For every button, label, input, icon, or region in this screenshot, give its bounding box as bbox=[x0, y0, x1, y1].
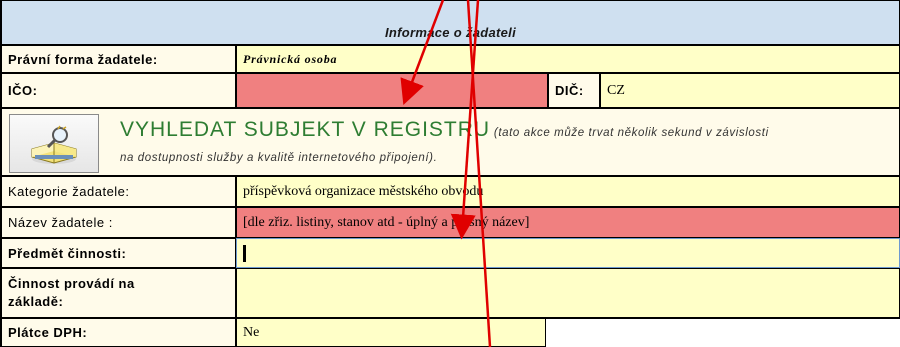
field-pravni-forma[interactable]: Právnická osoba bbox=[236, 45, 900, 73]
field-kategorie[interactable]: příspěvková organizace městského obvodu bbox=[236, 176, 900, 207]
field-dic[interactable]: CZ bbox=[600, 73, 900, 108]
search-registry-note: (tato akce může trvat několik sekund v z… bbox=[490, 127, 769, 139]
label-dic: DIČ: bbox=[548, 73, 600, 108]
label-pravni-forma: Právní forma žadatele: bbox=[0, 45, 236, 73]
search-registry-note-line2: na dostupnosti služby a kvalitě internet… bbox=[120, 152, 438, 164]
search-registry-button[interactable] bbox=[9, 114, 99, 173]
label-cinnost-line2: základě: bbox=[8, 294, 64, 309]
label-kategorie: Kategorie žadatele: bbox=[0, 176, 236, 207]
search-registry-link[interactable]: VYHLEDAT SUBJEKT V REGISTRU bbox=[120, 118, 490, 141]
field-dph[interactable]: Ne bbox=[236, 318, 546, 347]
field-cinnost[interactable] bbox=[236, 268, 900, 318]
empty-cell bbox=[546, 318, 900, 347]
book-with-magnifier-icon bbox=[31, 125, 77, 164]
label-dph: Plátce DPH: bbox=[0, 318, 236, 347]
form-header: Informace o žadateli bbox=[0, 0, 900, 45]
field-nazev[interactable]: [dle zřiz. listiny, stanov atd - úplný a… bbox=[236, 207, 900, 238]
text-caret bbox=[243, 244, 246, 262]
search-registry-row: VYHLEDAT SUBJEKT V REGISTRU (tato akce m… bbox=[0, 108, 900, 176]
search-registry-title[interactable]: VYHLEDAT SUBJEKT V REGISTRU (tato akce m… bbox=[120, 118, 769, 142]
label-cinnost: Činnost provádí na základě: bbox=[0, 268, 236, 318]
form-header-title: Informace o žadateli bbox=[385, 25, 516, 40]
field-ico[interactable] bbox=[236, 73, 548, 108]
label-predmet: Předmět činnosti: bbox=[0, 238, 236, 268]
label-cinnost-line1: Činnost provádí na bbox=[8, 276, 135, 291]
field-predmet[interactable] bbox=[236, 238, 900, 268]
label-nazev: Název žadatele : bbox=[0, 207, 236, 238]
label-ico: IČO: bbox=[0, 73, 236, 108]
